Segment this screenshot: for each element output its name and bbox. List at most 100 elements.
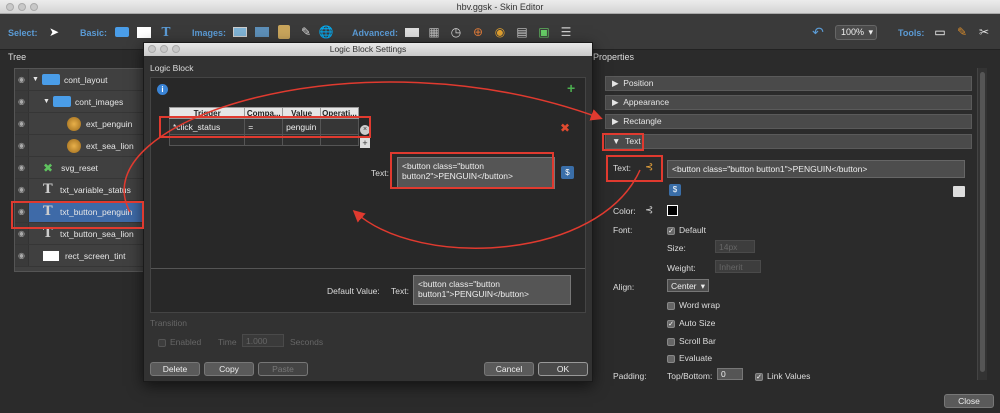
properties-scrollbar[interactable] xyxy=(977,68,987,380)
visibility-eye-icon[interactable]: ◉ xyxy=(15,91,29,112)
tree-item-ext-penguin[interactable]: ◉ ext_penguin xyxy=(15,113,143,135)
visibility-eye-icon[interactable]: ◉ xyxy=(15,201,29,222)
visibility-eye-icon[interactable]: ◉ xyxy=(15,69,29,90)
padding-label: Padding: xyxy=(613,371,647,381)
marker-tool-icon[interactable]: ◉ xyxy=(492,24,508,40)
column-header-trigger[interactable]: Trigger xyxy=(168,107,246,119)
text-value-field[interactable]: <button class="button button2">PENGUIN</… xyxy=(397,157,555,189)
svg-icon: ✖ xyxy=(43,160,54,175)
value-cell[interactable]: penguin xyxy=(282,118,322,135)
add-icon[interactable]: + xyxy=(567,80,575,96)
cancel-button[interactable]: Cancel xyxy=(484,362,534,376)
list-tool-icon[interactable]: ☰ xyxy=(558,24,574,40)
tree-item-rect-screen-tint[interactable]: ◉ rect_screen_tint xyxy=(15,245,143,267)
tree-item-txt-button-sea-lion[interactable]: ◉ T txt_button_sea_lion xyxy=(15,223,143,245)
minimize-window-icon[interactable] xyxy=(18,3,26,11)
document-tool-icon[interactable]: ▭ xyxy=(932,24,948,40)
column-header-operation[interactable]: Operati... xyxy=(320,107,359,119)
rectangle-tool-icon[interactable] xyxy=(136,24,152,40)
timer-tool-icon[interactable]: ◷ xyxy=(448,24,464,40)
tree-item-txt-button-penguin[interactable]: ◉ T txt_button_penguin xyxy=(15,201,143,223)
section-appearance[interactable]: ▶ Appearance xyxy=(605,95,972,110)
column-header-value[interactable]: Value xyxy=(282,107,322,119)
empty-cell[interactable] xyxy=(282,134,322,146)
remove-icon[interactable]: ✖ xyxy=(560,121,570,135)
variable-insert-icon[interactable]: $ xyxy=(669,184,681,196)
close-window-icon[interactable] xyxy=(6,3,14,11)
paint-tool-icon[interactable]: ✎ xyxy=(954,24,970,40)
scrollbar-tool-icon[interactable]: ▤ xyxy=(514,24,530,40)
table-row[interactable] xyxy=(168,134,359,146)
default-text-field[interactable]: <button class="button button1">PENGUIN</… xyxy=(413,275,571,305)
visibility-eye-icon[interactable]: ◉ xyxy=(15,113,29,134)
auto-size-checkbox[interactable]: ✓ Auto Size xyxy=(667,318,715,328)
html-tool-icon[interactable] xyxy=(404,24,420,40)
copy-button[interactable]: Copy xyxy=(204,362,254,376)
variable-insert-icon[interactable]: $ xyxy=(561,166,574,179)
video-tool-icon[interactable]: ▣ xyxy=(536,24,552,40)
column-header-compare[interactable]: Compa... xyxy=(244,107,284,119)
section-position[interactable]: ▶ Position xyxy=(605,76,972,91)
scrollbar-thumb[interactable] xyxy=(980,72,985,372)
container-tool-icon[interactable] xyxy=(114,24,130,40)
edit-text-icon[interactable] xyxy=(953,186,965,197)
compare-cell[interactable]: = xyxy=(244,118,284,135)
visibility-eye-icon[interactable]: ◉ xyxy=(15,179,29,200)
disclosure-triangle-icon[interactable]: ▼ xyxy=(32,76,42,83)
tree-item-svg-reset[interactable]: ◉ ✖ svg_reset xyxy=(15,157,143,179)
tree-item-txt-variable-status[interactable]: ◉ T txt_variable_status xyxy=(15,179,143,201)
zoom-select[interactable]: 100% ▾ xyxy=(835,25,877,40)
hotspot-tool-icon[interactable]: ⊕ xyxy=(470,24,486,40)
empty-cell[interactable] xyxy=(320,134,359,146)
arrow-cursor-icon[interactable]: ➤ xyxy=(46,24,62,40)
empty-cell[interactable] xyxy=(244,134,284,146)
tree-item-ext-sea-lion[interactable]: ◉ ext_sea_lion xyxy=(15,135,143,157)
logic-link-icon[interactable]: ⊰ xyxy=(645,162,653,173)
evaluate-checkbox[interactable]: Evaluate xyxy=(667,353,712,363)
trigger-cell[interactable]: *click_status xyxy=(168,118,246,135)
close-button[interactable]: Close xyxy=(944,394,994,408)
info-icon[interactable]: i xyxy=(157,84,168,95)
dialog-close-icon[interactable] xyxy=(148,45,156,53)
visibility-eye-icon[interactable]: ◉ xyxy=(15,223,29,244)
external-image-tool-icon[interactable] xyxy=(276,24,292,40)
ok-button[interactable]: OK xyxy=(538,362,588,376)
image-button-tool-icon[interactable] xyxy=(254,24,270,40)
visibility-eye-icon[interactable]: ◉ xyxy=(15,135,29,156)
empty-cell[interactable] xyxy=(168,134,246,146)
dialog-zoom-icon[interactable] xyxy=(172,45,180,53)
text-tool-icon[interactable]: T xyxy=(158,24,174,40)
table-row[interactable]: *click_status = penguin xyxy=(168,118,359,135)
cloner-tool-icon[interactable]: ✎ xyxy=(298,24,314,40)
word-wrap-checkbox[interactable]: Word wrap xyxy=(667,300,720,310)
tree-item-label: txt_button_sea_lion xyxy=(60,228,134,239)
delete-button[interactable]: Delete xyxy=(150,362,200,376)
font-default-checkbox[interactable]: ✓ Default xyxy=(667,225,706,235)
dialog-minimize-icon[interactable] xyxy=(160,45,168,53)
operation-cell[interactable] xyxy=(320,118,359,135)
color-swatch[interactable] xyxy=(667,205,678,216)
align-select[interactable]: Center ▾ xyxy=(667,279,709,292)
scroll-bar-checkbox[interactable]: Scroll Bar xyxy=(667,336,716,346)
color-logic-icon[interactable]: ⊰ xyxy=(645,205,653,216)
settings-tool-icon[interactable]: ✂ xyxy=(976,24,992,40)
text-prop-field[interactable]: <button class="button button1">PENGUIN</… xyxy=(667,160,965,178)
tree-item-label: cont_layout xyxy=(64,74,108,85)
disclosure-triangle-icon[interactable]: ▼ xyxy=(43,98,53,105)
image-tool-icon[interactable] xyxy=(232,24,248,40)
row-remove-icon[interactable]: × xyxy=(360,125,370,135)
zoom-window-icon[interactable] xyxy=(30,3,38,11)
logic-block-box: i + ✖ Trigger Compa... Value Operati... … xyxy=(150,77,586,313)
section-text[interactable]: ▼ Text xyxy=(605,134,972,149)
link-values-checkbox[interactable]: ✓ Link Values xyxy=(755,371,810,381)
tree-item-cont-images[interactable]: ◉ ▼ cont_images xyxy=(15,91,143,113)
undo-icon[interactable]: ↶ xyxy=(810,24,826,40)
section-rectangle[interactable]: ▶ Rectangle xyxy=(605,114,972,129)
map-tool-icon[interactable]: 🌐 xyxy=(318,24,334,40)
grid-tool-icon[interactable]: ▦ xyxy=(426,24,442,40)
visibility-eye-icon[interactable]: ◉ xyxy=(15,245,29,266)
tree-item-cont-layout[interactable]: ◉ ▼ cont_layout xyxy=(15,69,143,91)
padding-stepper[interactable]: 0 xyxy=(717,368,743,380)
visibility-eye-icon[interactable]: ◉ xyxy=(15,157,29,178)
row-add-icon[interactable]: + xyxy=(360,138,370,148)
